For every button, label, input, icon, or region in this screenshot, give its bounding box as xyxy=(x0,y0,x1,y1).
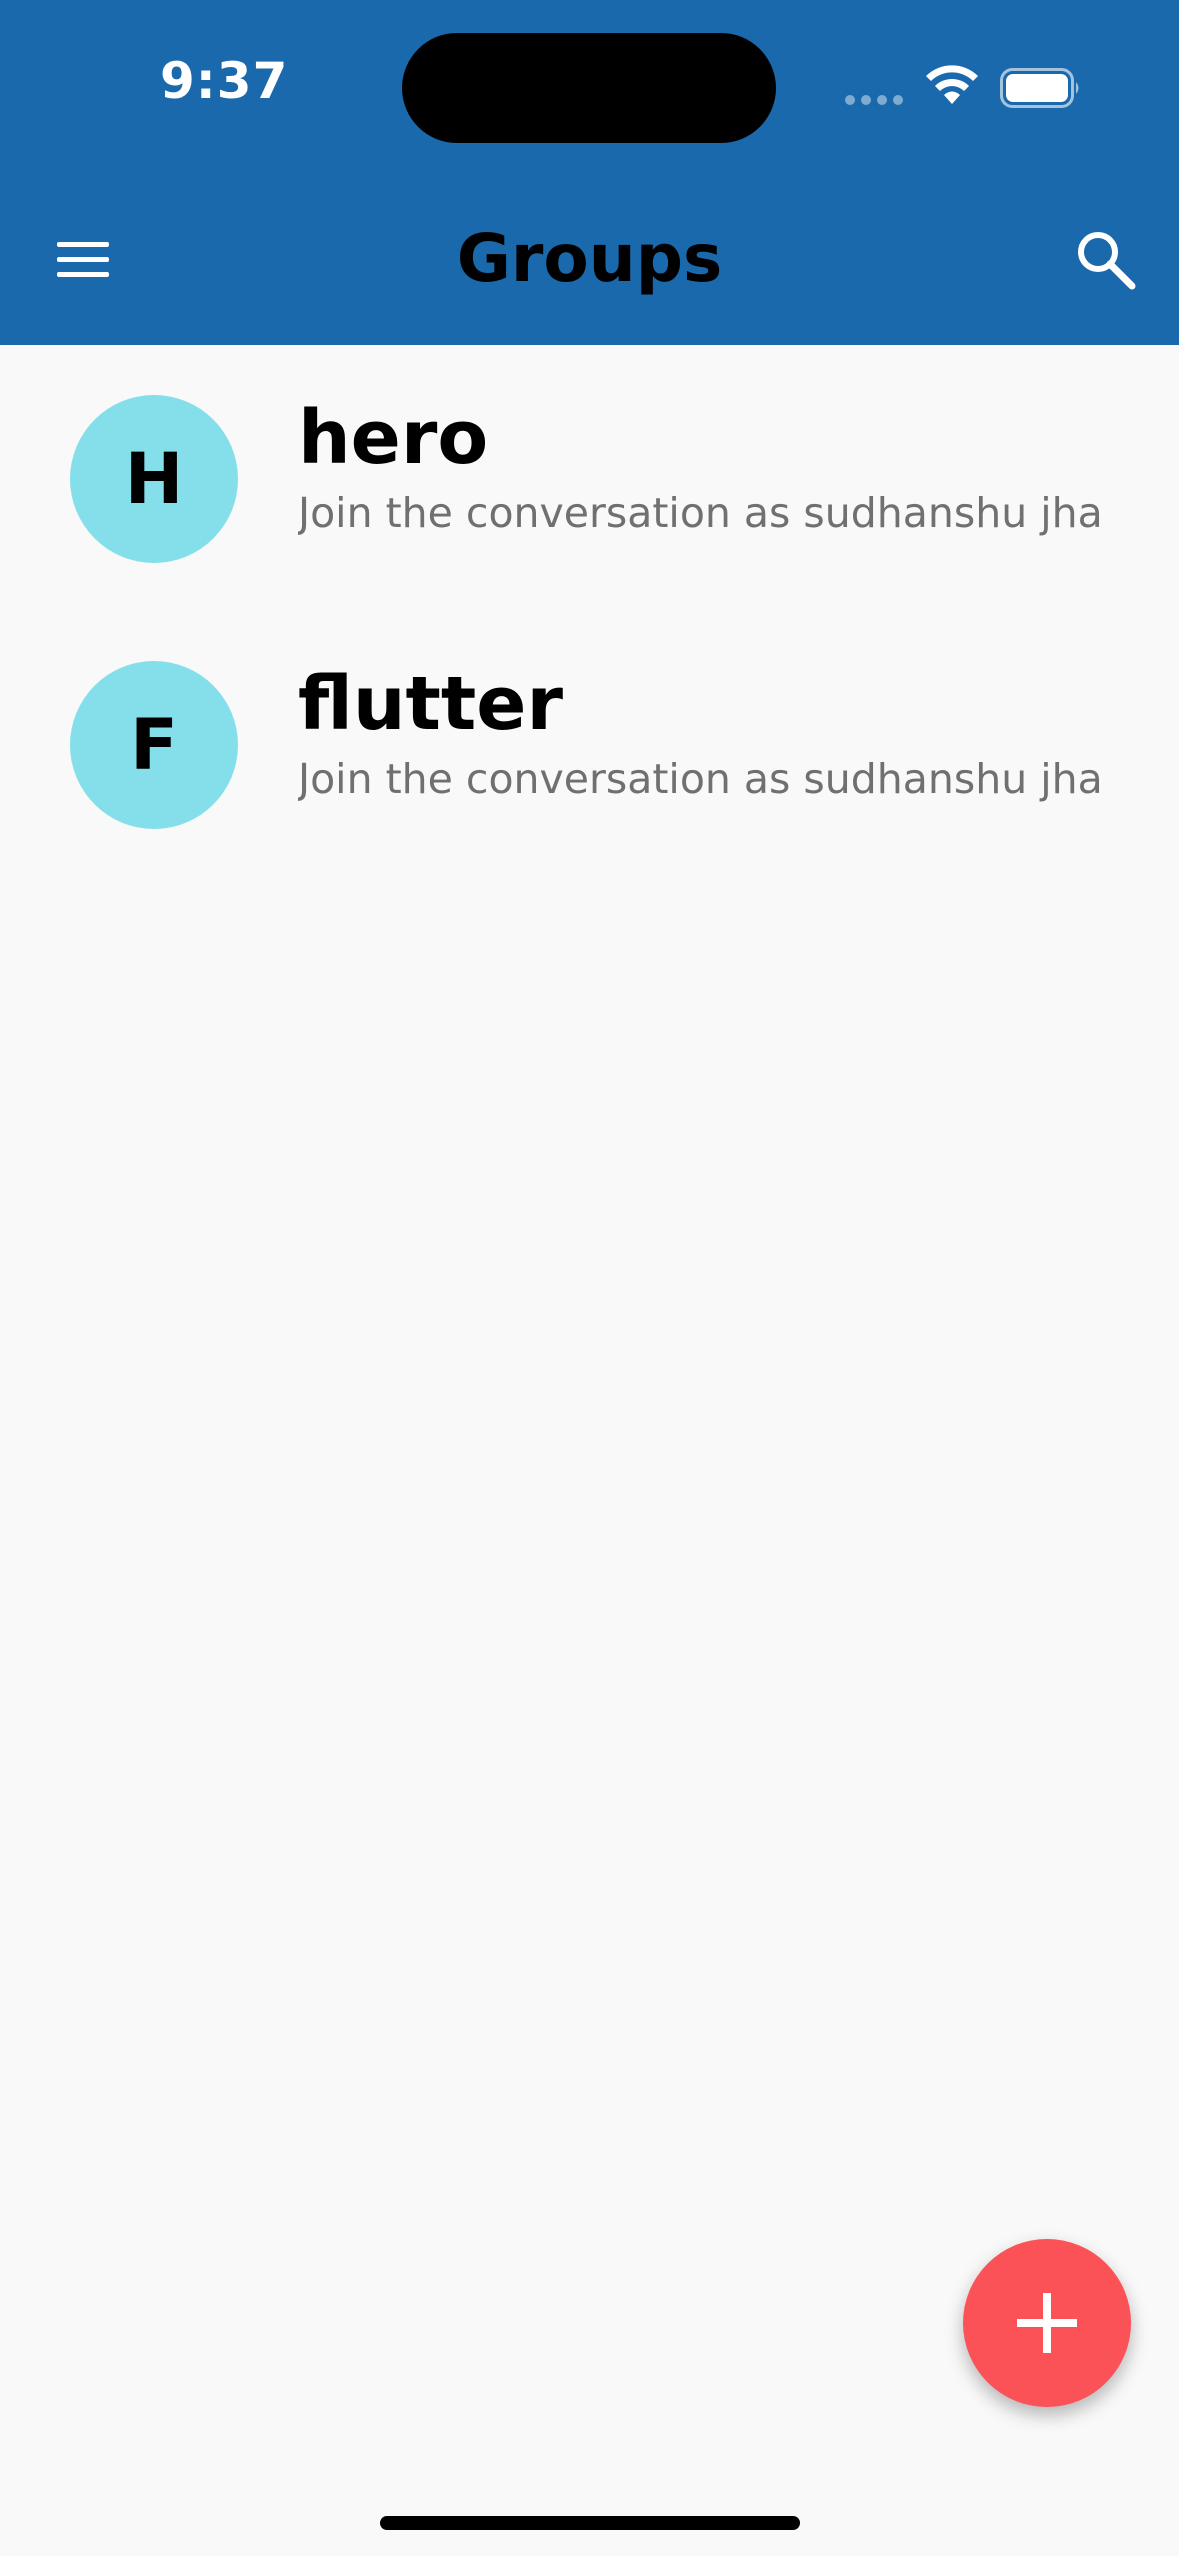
group-subtitle: Join the conversation as sudhanshu jha xyxy=(298,755,1100,803)
battery-icon xyxy=(1000,68,1079,108)
plus-icon xyxy=(1017,2293,1077,2353)
group-name: hero xyxy=(298,395,489,481)
home-indicator[interactable] xyxy=(380,2516,800,2530)
group-name: flutter xyxy=(298,661,563,747)
cellular-signal-icon xyxy=(845,95,905,107)
group-subtitle: Join the conversation as sudhanshu jha xyxy=(298,489,1100,537)
group-list-item-hero[interactable]: H hero Join the conversation as sudhansh… xyxy=(0,345,1179,611)
avatar: F xyxy=(70,661,238,829)
dynamic-island xyxy=(402,33,776,143)
page-title: Groups xyxy=(456,220,723,297)
search-icon[interactable] xyxy=(1074,228,1138,292)
add-group-button[interactable] xyxy=(963,2239,1131,2407)
app-header: 9:37 Groups xyxy=(0,0,1179,345)
group-list-item-flutter[interactable]: F flutter Join the conversation as sudha… xyxy=(0,611,1179,877)
avatar: H xyxy=(70,395,238,563)
wifi-icon xyxy=(926,65,978,104)
status-time: 9:37 xyxy=(160,52,289,110)
groups-screen: 9:37 Groups H hero Join the conversation… xyxy=(0,0,1179,2556)
